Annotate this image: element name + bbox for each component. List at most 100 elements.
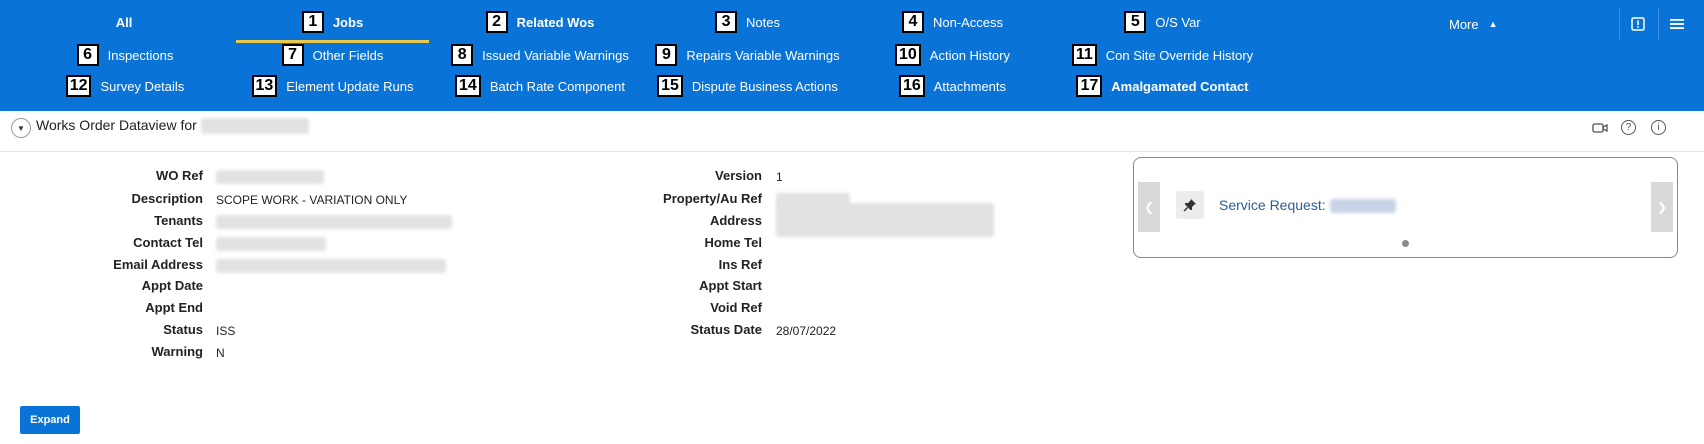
tab-number-badge: 15	[657, 75, 683, 97]
main-menu-button[interactable]	[1658, 8, 1695, 40]
tab-label: Element Update Runs	[286, 78, 414, 94]
tab-label: Dispute Business Actions	[691, 78, 838, 94]
redacted-contact-tel-value	[216, 237, 326, 251]
field-label-warning: Warning	[151, 344, 203, 359]
service-request-link[interactable]: Service Request:	[1219, 197, 1396, 214]
info-icon: i	[1657, 122, 1660, 133]
field-label-appt-end: Appt End	[145, 300, 203, 315]
caret-up-icon: ▲	[1488, 19, 1498, 29]
field-value-status: ISS	[216, 324, 236, 338]
tab-number-badge: 10	[895, 44, 921, 66]
tab-label: All	[115, 14, 133, 30]
carousel-prev-button[interactable]: ❮	[1138, 182, 1160, 232]
tab-number-badge: 8	[451, 44, 474, 66]
more-label: More	[1449, 16, 1479, 32]
hamburger-icon	[1670, 19, 1684, 29]
tab-os-var[interactable]: 5 O/S Var	[1055, 9, 1270, 35]
field-label-home-tel: Home Tel	[704, 235, 762, 250]
video-camera-icon	[1592, 123, 1608, 133]
tab-number-badge: 2	[485, 11, 508, 33]
redacted-wo-ref	[200, 118, 309, 135]
field-label-ins-ref: Ins Ref	[718, 257, 762, 272]
service-request-label: Service Request:	[1219, 197, 1326, 213]
carousel-next-button[interactable]: ❯	[1651, 182, 1673, 232]
field-value-status-date: 28/07/2022	[776, 324, 837, 338]
tab-number-badge: 5	[1124, 11, 1147, 33]
collapse-toggle[interactable]: ▼	[11, 118, 31, 138]
field-value-warning: N	[216, 346, 225, 360]
tab-label: Jobs	[332, 14, 364, 30]
info-button[interactable]: i	[1651, 120, 1666, 135]
tab-repairs-variable-warnings[interactable]: 9 Repairs Variable Warnings	[640, 42, 855, 68]
field-label-appt-start: Appt Start	[699, 278, 762, 293]
field-value-version: 1	[776, 170, 783, 184]
carousel-indicator-dot[interactable]	[1402, 240, 1409, 247]
tab-label: O/S Var	[1155, 14, 1201, 30]
tab-label: Related Wos	[516, 14, 595, 30]
tab-label: Issued Variable Warnings	[482, 47, 629, 63]
question-icon: ?	[1625, 122, 1632, 133]
chevron-left-icon: ❮	[1143, 200, 1155, 214]
field-label-contact-tel: Contact Tel	[133, 235, 203, 250]
field-label-status-date: Status Date	[690, 322, 762, 337]
tab-survey-details[interactable]: 12 Survey Details	[40, 73, 210, 99]
field-label-address: Address	[709, 213, 762, 228]
field-label-property-au-ref: Property/Au Ref	[663, 191, 762, 206]
tab-action-history[interactable]: 10 Action History	[850, 42, 1055, 68]
field-label-tenants: Tenants	[154, 213, 203, 228]
field-value-description: SCOPE WORK - VARIATION ONLY	[216, 193, 408, 207]
tab-label: Notes	[746, 14, 780, 30]
tab-inspections[interactable]: 6 Inspections	[40, 42, 210, 68]
tab-number-badge: 16	[898, 75, 925, 97]
tab-dispute-business-actions[interactable]: 15 Dispute Business Actions	[640, 73, 855, 99]
tab-notes[interactable]: 3 Notes	[645, 9, 850, 35]
tab-all[interactable]: All	[64, 9, 184, 35]
tab-label: Attachments	[933, 78, 1007, 94]
tab-label: Other Fields	[312, 47, 384, 63]
tab-label: Non-Access	[932, 14, 1004, 30]
info-panel-button[interactable]	[1619, 8, 1656, 40]
tab-batch-rate-component[interactable]: 14 Batch Rate Component	[430, 73, 650, 99]
tab-element-update-runs[interactable]: 13 Element Update Runs	[231, 73, 434, 99]
tab-label: Repairs Variable Warnings	[686, 47, 840, 63]
expand-button[interactable]: Expand	[20, 406, 80, 434]
caret-down-icon: ▼	[17, 123, 25, 133]
field-label-wo-ref: WO Ref	[156, 168, 203, 183]
region-header: ▼ Works Order Dataview for ? i	[0, 111, 1704, 152]
tab-label: Batch Rate Component	[489, 78, 625, 94]
tab-label: Survey Details	[100, 78, 185, 94]
redacted-email-value	[216, 259, 446, 273]
tab-non-access[interactable]: 4 Non-Access	[850, 9, 1055, 35]
tab-label: Amalgamated Contact	[1111, 78, 1249, 94]
tab-number-badge: 1	[301, 11, 324, 33]
field-label-version: Version	[715, 168, 762, 183]
help-button[interactable]: ?	[1621, 120, 1636, 135]
tab-label: Inspections	[107, 47, 174, 63]
tab-number-badge: 6	[76, 44, 99, 66]
field-label-description: Description	[131, 191, 203, 206]
tab-number-badge: 4	[901, 11, 924, 33]
tab-number-badge: 14	[455, 75, 481, 97]
tab-label: Action History	[929, 47, 1010, 63]
tab-attachments[interactable]: 16 Attachments	[850, 73, 1055, 99]
tab-number-badge: 12	[65, 75, 92, 97]
tab-other-fields[interactable]: 7 Other Fields	[236, 42, 429, 68]
field-label-email-address: Email Address	[113, 257, 203, 272]
more-tabs-menu[interactable]: More ▲	[1449, 13, 1498, 35]
field-label-appt-date: Appt Date	[141, 278, 203, 293]
tab-label: Con Site Override History	[1105, 47, 1254, 63]
tab-jobs[interactable]: 1 Jobs	[236, 9, 429, 35]
tab-number-badge: 3	[715, 11, 738, 33]
tab-amalgamated-contact[interactable]: 17 Amalgamated Contact	[1050, 73, 1275, 99]
tab-number-badge: 7	[281, 44, 304, 66]
redacted-address-value	[776, 203, 994, 237]
pin-button[interactable]	[1176, 191, 1204, 219]
tab-con-site-override-history[interactable]: 11 Con Site Override History	[1050, 42, 1275, 68]
tab-number-badge: 17	[1076, 75, 1103, 97]
redacted-tenants-value	[216, 215, 452, 229]
tab-number-badge: 13	[251, 75, 278, 97]
tab-related-wos[interactable]: 2 Related Wos	[430, 9, 650, 35]
video-help-button[interactable]	[1592, 120, 1608, 136]
redacted-wo-ref-value	[216, 170, 324, 184]
tab-issued-variable-warnings[interactable]: 8 Issued Variable Warnings	[430, 42, 650, 68]
